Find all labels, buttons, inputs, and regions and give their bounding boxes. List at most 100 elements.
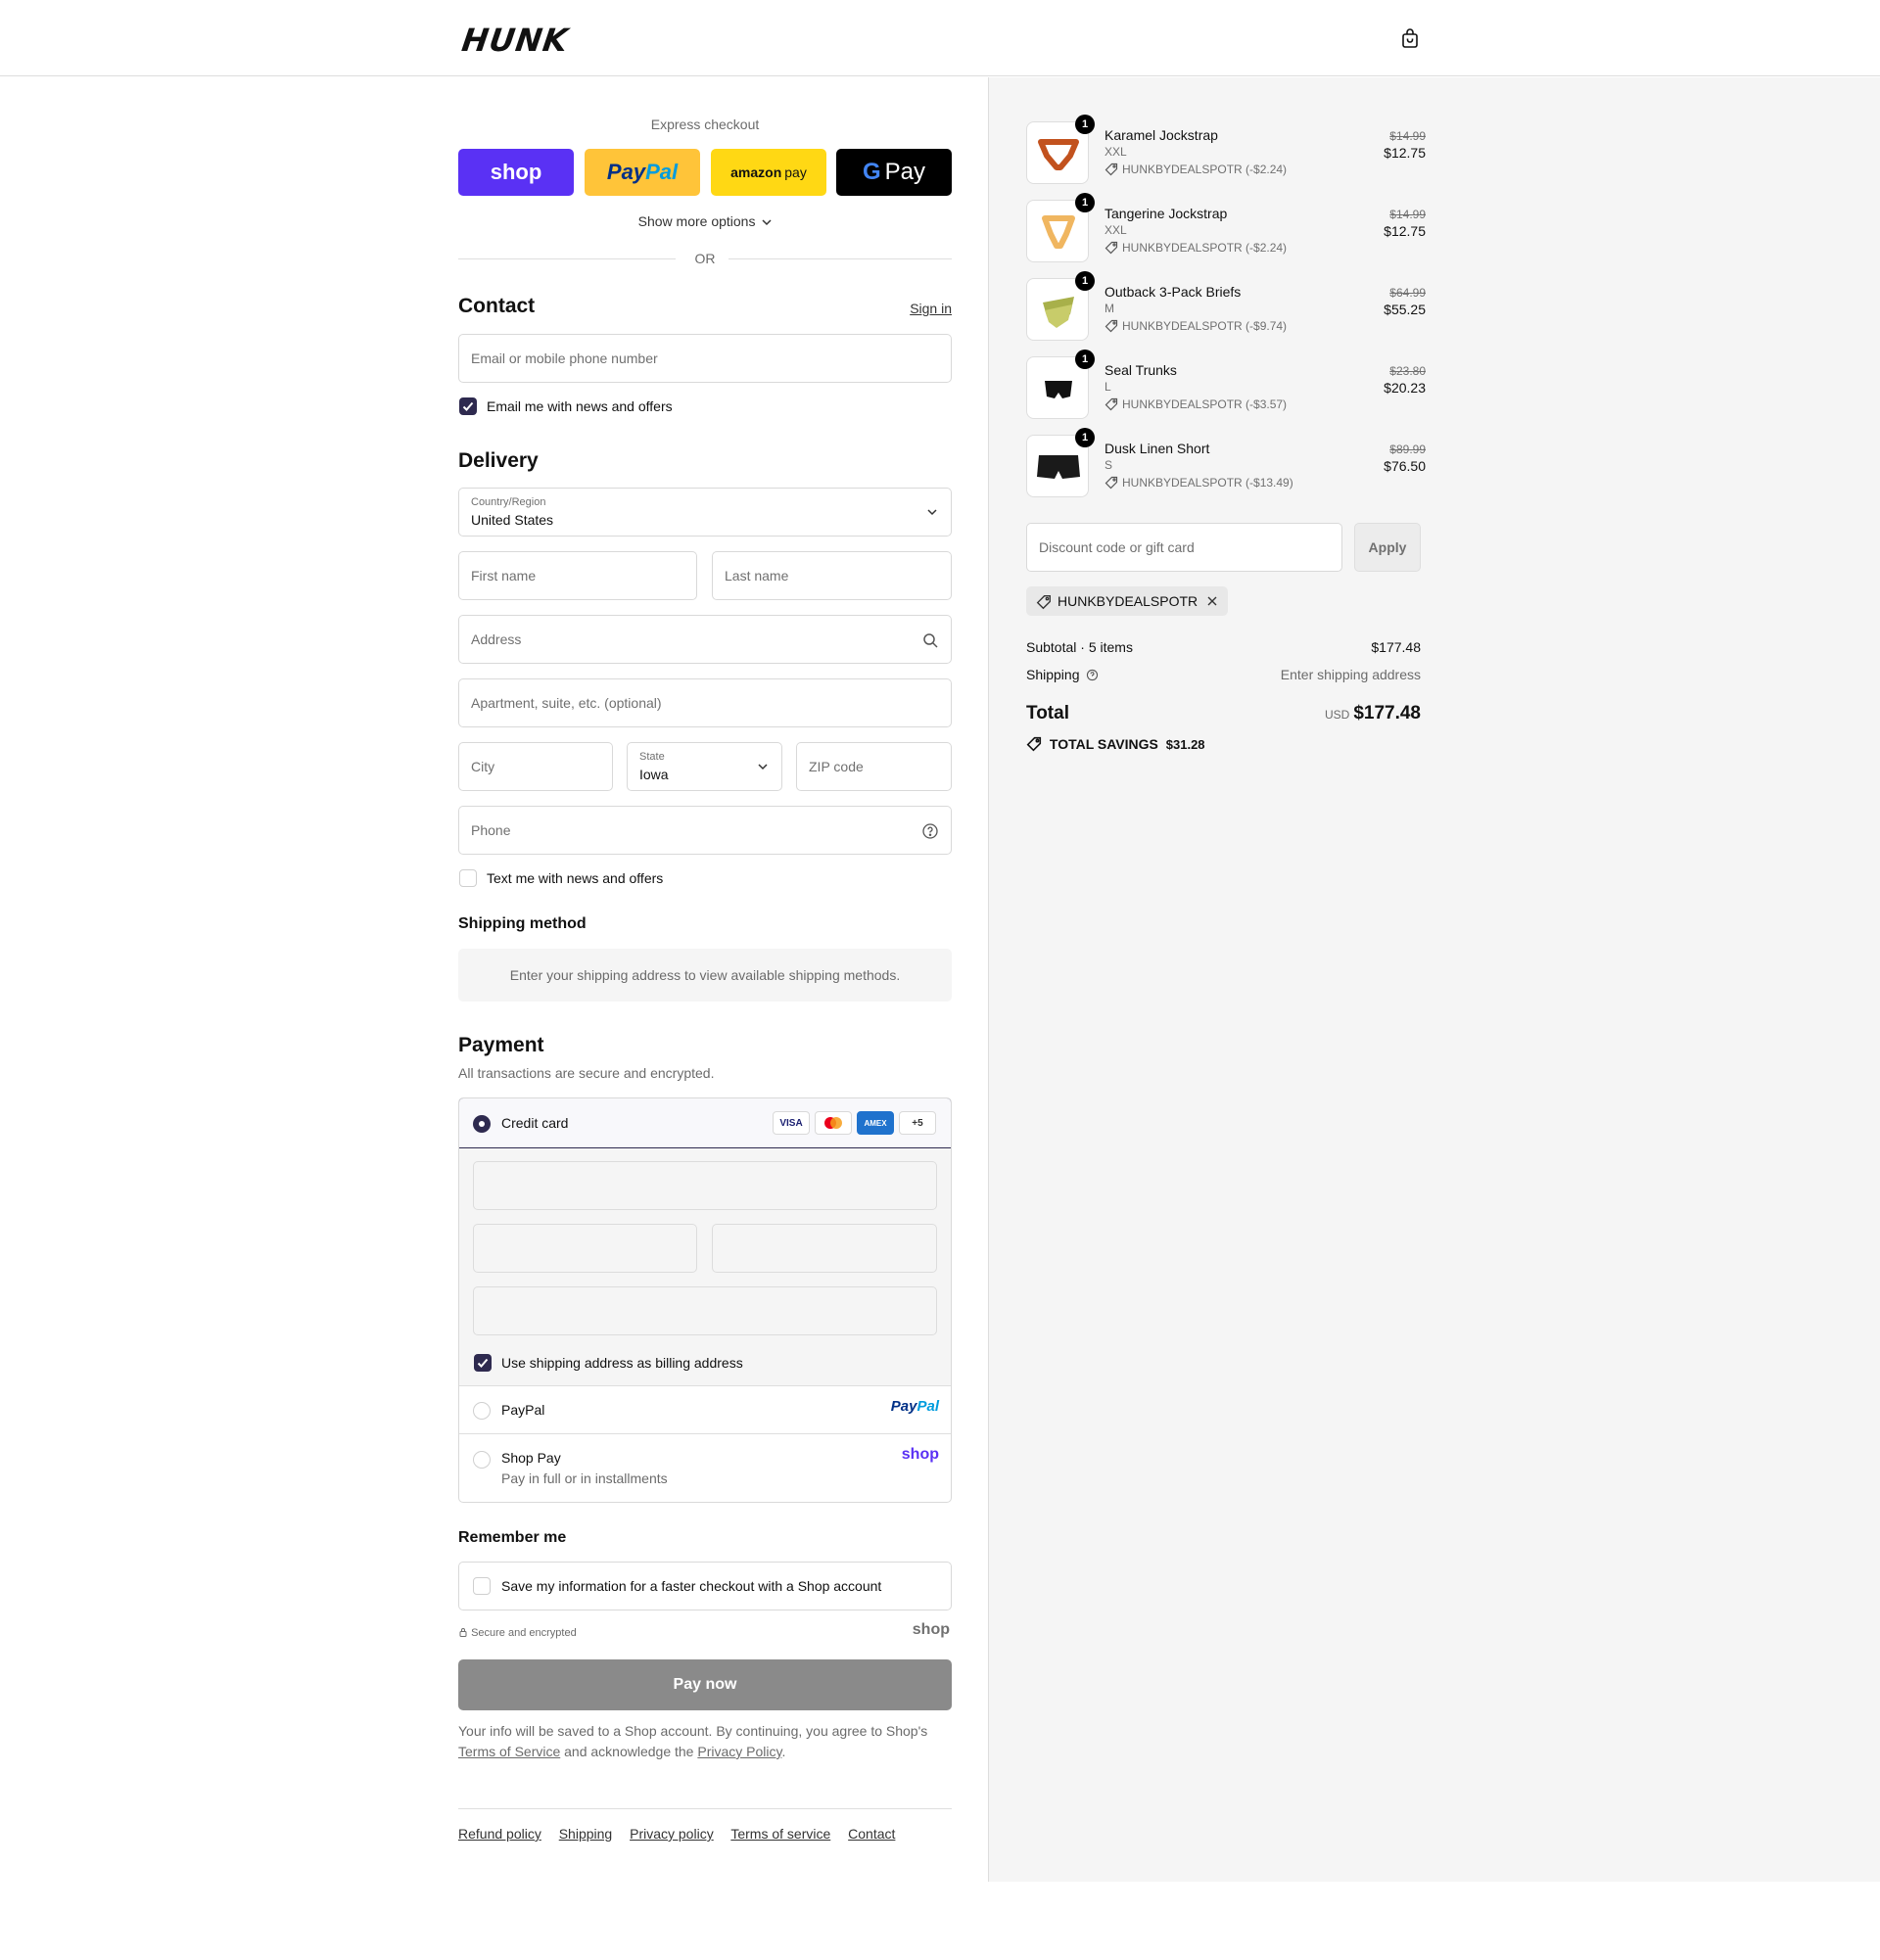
- amazon-logo: amazon: [730, 164, 782, 180]
- product-variant: XXL: [1104, 145, 1127, 159]
- total-row: Total USD $177.48: [1026, 703, 1421, 728]
- cart-item: 1 Karamel Jockstrap XXL HUNKBYDEALSPOTR …: [1026, 115, 1426, 184]
- zip-field[interactable]: ZIP code: [796, 742, 952, 791]
- security-code-field[interactable]: [712, 1224, 937, 1273]
- subtotal-value: $177.48: [1371, 639, 1421, 655]
- express-checkout-title: Express checkout: [650, 117, 760, 132]
- shop-pay-radio[interactable]: [473, 1451, 491, 1469]
- savings-value: $31.28: [1165, 737, 1205, 752]
- google-pay-express-button[interactable]: G Pay: [836, 149, 952, 196]
- discounted-price: $12.75: [1384, 145, 1426, 161]
- apartment-field[interactable]: Apartment, suite, etc. (optional): [458, 678, 952, 727]
- applied-code: HUNKBYDEALSPOTR: [1058, 593, 1198, 609]
- text-news-label: Text me with news and offers: [487, 870, 664, 886]
- zip-placeholder: ZIP code: [809, 759, 864, 774]
- phone-field[interactable]: Phone: [458, 806, 952, 855]
- pay-now-button[interactable]: Pay now: [458, 1659, 952, 1710]
- last-name-field[interactable]: Last name: [712, 551, 952, 600]
- payment-subtitle: All transactions are secure and encrypte…: [458, 1065, 715, 1081]
- shop-pay-subtitle: Pay in full or in installments: [501, 1470, 668, 1486]
- terms-of-service-footer-link[interactable]: Terms of service: [730, 1826, 830, 1842]
- quantity-badge: 1: [1075, 115, 1095, 134]
- paypal-radio[interactable]: [473, 1402, 491, 1420]
- phone-placeholder: Phone: [471, 822, 511, 838]
- name-on-card-field[interactable]: [473, 1286, 937, 1335]
- secure-label: Secure and encrypted: [471, 1627, 577, 1639]
- show-more-options-link[interactable]: Show more options: [458, 213, 952, 229]
- total-value: $177.48: [1353, 703, 1421, 723]
- contact-heading: Contact: [458, 295, 536, 317]
- order-summary-panel: [988, 77, 1880, 1882]
- search-icon: [923, 633, 938, 648]
- discount-text: HUNKBYDEALSPOTR (-$9.74): [1122, 319, 1288, 333]
- shop-pay-option[interactable]: Shop Pay Pay in full or in installments …: [459, 1433, 951, 1502]
- credit-card-radio[interactable]: [473, 1115, 491, 1133]
- product-name: Karamel Jockstrap: [1104, 127, 1218, 143]
- sign-in-link[interactable]: Sign in: [910, 301, 952, 316]
- shopping-bag-icon[interactable]: [1398, 26, 1422, 50]
- discount-code-field[interactable]: Discount code or gift card: [1026, 523, 1342, 572]
- privacy-policy-link[interactable]: Privacy Policy: [697, 1744, 781, 1759]
- text-news-checkbox[interactable]: [459, 869, 477, 887]
- original-price: $89.99: [1389, 443, 1426, 456]
- product-discount: HUNKBYDEALSPOTR (-$9.74): [1104, 319, 1287, 333]
- quantity-badge: 1: [1075, 271, 1095, 291]
- privacy-policy-footer-link[interactable]: Privacy policy: [630, 1826, 714, 1842]
- product-discount: HUNKBYDEALSPOTR (-$2.24): [1104, 163, 1287, 176]
- city-placeholder: City: [471, 759, 495, 774]
- store-logo[interactable]: HUNK: [459, 22, 571, 59]
- close-icon[interactable]: [1206, 595, 1218, 607]
- country-select[interactable]: Country/Region United States: [458, 488, 952, 537]
- apply-discount-button[interactable]: Apply: [1354, 523, 1421, 572]
- discounted-price: $12.75: [1384, 223, 1426, 239]
- discounted-price: $55.25: [1384, 302, 1426, 317]
- help-circle-icon[interactable]: [1086, 669, 1099, 681]
- email-news-label: Email me with news and offers: [487, 398, 673, 414]
- refund-policy-link[interactable]: Refund policy: [458, 1826, 541, 1842]
- product-name: Outback 3-Pack Briefs: [1104, 284, 1242, 300]
- city-field[interactable]: City: [458, 742, 613, 791]
- tag-icon: [1026, 736, 1042, 752]
- billing-same-checkbox[interactable]: [474, 1354, 492, 1372]
- shop-pay-label: Shop Pay: [501, 1450, 561, 1466]
- product-variant: L: [1104, 380, 1111, 394]
- discount-text: HUNKBYDEALSPOTR (-$13.49): [1122, 476, 1293, 490]
- chevron-down-icon: [758, 764, 768, 770]
- total-label: Total: [1026, 703, 1069, 723]
- amazon-pay-express-button[interactable]: amazon pay: [711, 149, 826, 196]
- tag-icon: [1104, 397, 1118, 411]
- paypal-express-button[interactable]: Pay Pal: [585, 149, 700, 196]
- google-g-icon: G: [862, 159, 881, 185]
- more-cards-badge: +5: [899, 1111, 936, 1135]
- discount-text: HUNKBYDEALSPOTR (-$2.24): [1122, 163, 1288, 176]
- legal-text-1: Your info will be saved to a Shop accoun…: [458, 1723, 928, 1739]
- save-info-checkbox[interactable]: [473, 1577, 491, 1595]
- first-name-field[interactable]: First name: [458, 551, 697, 600]
- contact-link[interactable]: Contact: [848, 1826, 895, 1842]
- help-circle-icon[interactable]: [921, 822, 939, 840]
- state-select[interactable]: State Iowa: [627, 742, 782, 791]
- state-label: State: [639, 751, 665, 763]
- terms-of-service-link[interactable]: Terms of Service: [458, 1744, 560, 1759]
- shop-pay-express-button[interactable]: shop: [458, 149, 574, 196]
- shipping-label: Shipping: [1026, 667, 1080, 682]
- country-value: United States: [471, 512, 554, 528]
- paypal-option[interactable]: PayPal PayPal: [459, 1385, 951, 1433]
- currency-code: USD: [1324, 708, 1350, 722]
- product-name: Tangerine Jockstrap: [1104, 206, 1228, 221]
- email-news-checkbox[interactable]: [459, 397, 477, 415]
- credit-card-option[interactable]: Credit card VISA AMEX +5: [459, 1098, 951, 1148]
- credit-card-label: Credit card: [501, 1115, 569, 1131]
- address-field[interactable]: Address: [458, 615, 952, 664]
- total-amount: USD $177.48: [1325, 703, 1421, 724]
- paypal-logo-pal: Pal: [645, 160, 679, 184]
- chevron-down-icon: [762, 219, 772, 226]
- expiration-field[interactable]: [473, 1224, 697, 1273]
- remember-me-box: Save my information for a faster checkou…: [458, 1562, 952, 1610]
- cart-item: 1 Outback 3-Pack Briefs M HUNKBYDEALSPOT…: [1026, 271, 1426, 341]
- email-field[interactable]: Email or mobile phone number: [458, 334, 952, 383]
- email-placeholder: Email or mobile phone number: [471, 350, 658, 366]
- card-number-field[interactable]: [473, 1161, 937, 1210]
- shipping-policy-link[interactable]: Shipping: [559, 1826, 613, 1842]
- paypal-logo-pal: Pal: [916, 1398, 939, 1415]
